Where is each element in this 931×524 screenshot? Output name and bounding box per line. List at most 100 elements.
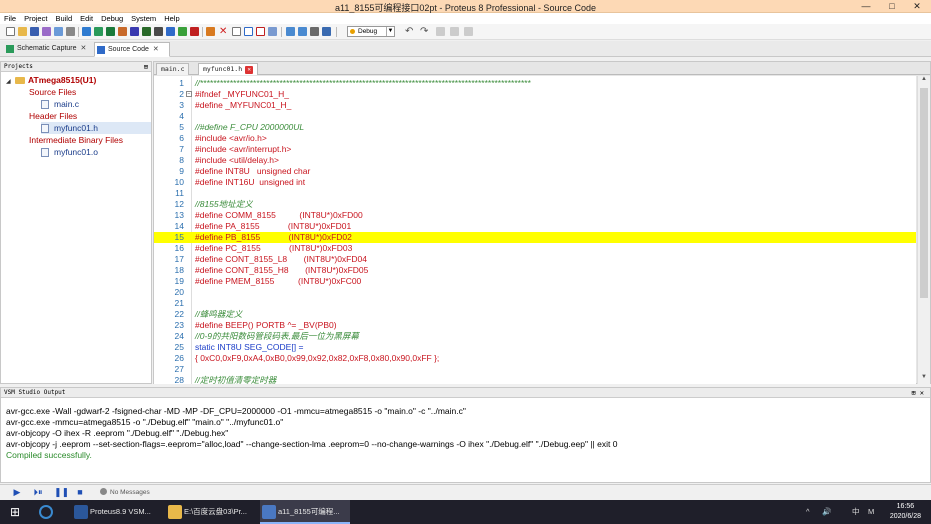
chevron-down-icon[interactable]: ▼: [386, 27, 394, 36]
import-icon[interactable]: [42, 27, 51, 36]
close-icon[interactable]: ✕: [245, 66, 254, 74]
volume-icon[interactable]: 🔊: [822, 500, 831, 524]
menu-build[interactable]: Build: [51, 13, 76, 24]
play-icon[interactable]: ▶: [12, 488, 22, 497]
code-line[interactable]: 6 #include <avr/io.h>: [154, 133, 916, 144]
build-icon[interactable]: [178, 27, 187, 36]
3d-icon[interactable]: [118, 27, 127, 36]
bom-icon[interactable]: [142, 27, 151, 36]
tree-root[interactable]: ◢ ATmega8515(U1): [6, 74, 96, 86]
code-line[interactable]: 7 #include <avr/interrupt.h>: [154, 144, 916, 155]
code-line[interactable]: 2− #ifndef _MYFUNC01_H_: [154, 89, 916, 100]
source-code-icon[interactable]: [166, 27, 175, 36]
editor-tab-myfunc01-h[interactable]: myfunc01.h ✕: [198, 63, 259, 75]
scroll-up-icon[interactable]: ▲: [918, 76, 930, 86]
ime-indicator[interactable]: 中: [852, 500, 860, 524]
settings-icon[interactable]: [310, 27, 319, 36]
design-explorer-icon[interactable]: [154, 27, 163, 36]
step-icon[interactable]: ⏵⏸: [33, 488, 43, 497]
message-status[interactable]: No Messages: [100, 487, 150, 498]
save-icon[interactable]: [30, 27, 39, 36]
search-icon[interactable]: [38, 500, 54, 524]
close-icon[interactable]: ✕: [153, 46, 159, 53]
rebuild-icon[interactable]: [190, 27, 199, 36]
scroll-down-icon[interactable]: ▼: [918, 374, 930, 384]
code-line[interactable]: 18 #define CONT_8155_H8 (INT8U*)0xFD05: [154, 265, 916, 276]
tree-file-myfunc01-o[interactable]: myfunc01.o: [41, 146, 98, 158]
code-line[interactable]: 11: [154, 188, 916, 199]
code-line[interactable]: 26 { 0xC0,0xF9,0xA4,0xB0,0x99,0x92,0x82,0…: [154, 353, 916, 364]
pin-icon[interactable]: ⊞: [144, 62, 148, 72]
minimize-button[interactable]: —: [855, 0, 877, 13]
collapse-icon[interactable]: ◢: [6, 76, 15, 88]
code-editor[interactable]: 1 //*************************************…: [154, 76, 916, 384]
scroll-thumb[interactable]: [920, 88, 928, 298]
tree-file-main-c[interactable]: main.c: [41, 98, 79, 110]
code-line[interactable]: 5 //#define F_CPU 2000000UL: [154, 122, 916, 133]
tree-folder-binary[interactable]: Intermediate Binary Files: [29, 134, 123, 146]
code-line[interactable]: 8 #include <util/delay.h>: [154, 155, 916, 166]
pcb-icon[interactable]: [106, 27, 115, 36]
cut-icon[interactable]: [436, 27, 445, 36]
tree-file-myfunc01-h[interactable]: myfunc01.h: [41, 122, 151, 134]
menu-help[interactable]: Help: [160, 13, 183, 24]
open-icon[interactable]: [18, 27, 27, 36]
pause-icon[interactable]: ❚❚: [54, 488, 69, 497]
debug-icon[interactable]: [322, 27, 331, 36]
stop-icon[interactable]: ✕: [219, 27, 228, 37]
code-line[interactable]: 12 //8155地址定义: [154, 199, 916, 210]
code-line[interactable]: 20: [154, 287, 916, 298]
build-config-select[interactable]: Debug ▼: [347, 26, 395, 37]
code-line[interactable]: 14 #define PA_8155 (INT8U*)0xFD01: [154, 221, 916, 232]
ime-mode-icon[interactable]: M: [868, 500, 874, 524]
task-proteus[interactable]: a11_8155可编程...: [260, 500, 350, 524]
code-line[interactable]: 25 static INT8U SEG_CODE[] =: [154, 342, 916, 353]
code-line[interactable]: 27: [154, 364, 916, 375]
find-icon[interactable]: [268, 27, 277, 36]
redo-icon[interactable]: ↷: [420, 27, 429, 37]
add-file-icon[interactable]: [244, 27, 253, 36]
stop-icon[interactable]: ■: [75, 488, 85, 497]
paste-icon[interactable]: [298, 27, 307, 36]
close-icon[interactable]: ✕: [81, 45, 87, 52]
code-line[interactable]: 13 #define COMM_8155 (INT8U*)0xFD00: [154, 210, 916, 221]
undo-icon[interactable]: ↶: [405, 27, 414, 37]
close-project-icon[interactable]: [66, 27, 75, 36]
task-explorer[interactable]: E:\百度云盘03\Pr...: [166, 500, 254, 524]
copy2-icon[interactable]: [450, 27, 459, 36]
menu-debug[interactable]: Debug: [97, 13, 127, 24]
export-icon[interactable]: [54, 27, 63, 36]
schematic-icon[interactable]: [94, 27, 103, 36]
home-icon[interactable]: [82, 27, 91, 36]
code-line[interactable]: 9 #define INT8U unsigned char: [154, 166, 916, 177]
menu-system[interactable]: System: [127, 13, 160, 24]
paste2-icon[interactable]: [464, 27, 473, 36]
new-icon[interactable]: [6, 27, 15, 36]
clean-icon[interactable]: [206, 27, 215, 36]
gerber-icon[interactable]: [130, 27, 139, 36]
pin-close-icon[interactable]: ⊞ ✕: [911, 388, 924, 398]
code-line[interactable]: 3 #define _MYFUNC01_H_: [154, 100, 916, 111]
tab-source-code[interactable]: Source Code ✕: [94, 42, 170, 57]
code-line[interactable]: 16 #define PC_8155 (INT8U*)0xFD03: [154, 243, 916, 254]
maximize-button[interactable]: □: [881, 0, 903, 13]
tree-folder-source[interactable]: Source Files: [29, 86, 76, 98]
tray-chevron-icon[interactable]: ^: [806, 500, 810, 524]
code-line[interactable]: 1 //*************************************…: [154, 78, 916, 89]
clock[interactable]: 16:56 2020/6/28: [890, 502, 921, 522]
code-line[interactable]: 4: [154, 111, 916, 122]
code-line[interactable]: 23 #define BEEP() PORTB ^= _BV(PB0): [154, 320, 916, 331]
code-line[interactable]: 22 //蜂鸣器定义: [154, 309, 916, 320]
close-button[interactable]: ✕: [906, 0, 928, 13]
menu-project[interactable]: Project: [20, 13, 51, 24]
fold-icon[interactable]: −: [186, 91, 192, 97]
vertical-scrollbar[interactable]: ▲ ▼: [917, 76, 930, 384]
menu-edit[interactable]: Edit: [76, 13, 97, 24]
code-line[interactable]: 19 #define PMEM_8155 (INT8U*)0xFC00: [154, 276, 916, 287]
code-line[interactable]: 17 #define CONT_8155_L8 (INT8U*)0xFD04: [154, 254, 916, 265]
menu-file[interactable]: File: [0, 13, 20, 24]
remove-file-icon[interactable]: [256, 27, 265, 36]
editor-tab-main-c[interactable]: main.c: [156, 63, 190, 75]
code-line[interactable]: 28 //定时初值清零定时器: [154, 375, 916, 384]
new-file-icon[interactable]: [232, 27, 241, 36]
